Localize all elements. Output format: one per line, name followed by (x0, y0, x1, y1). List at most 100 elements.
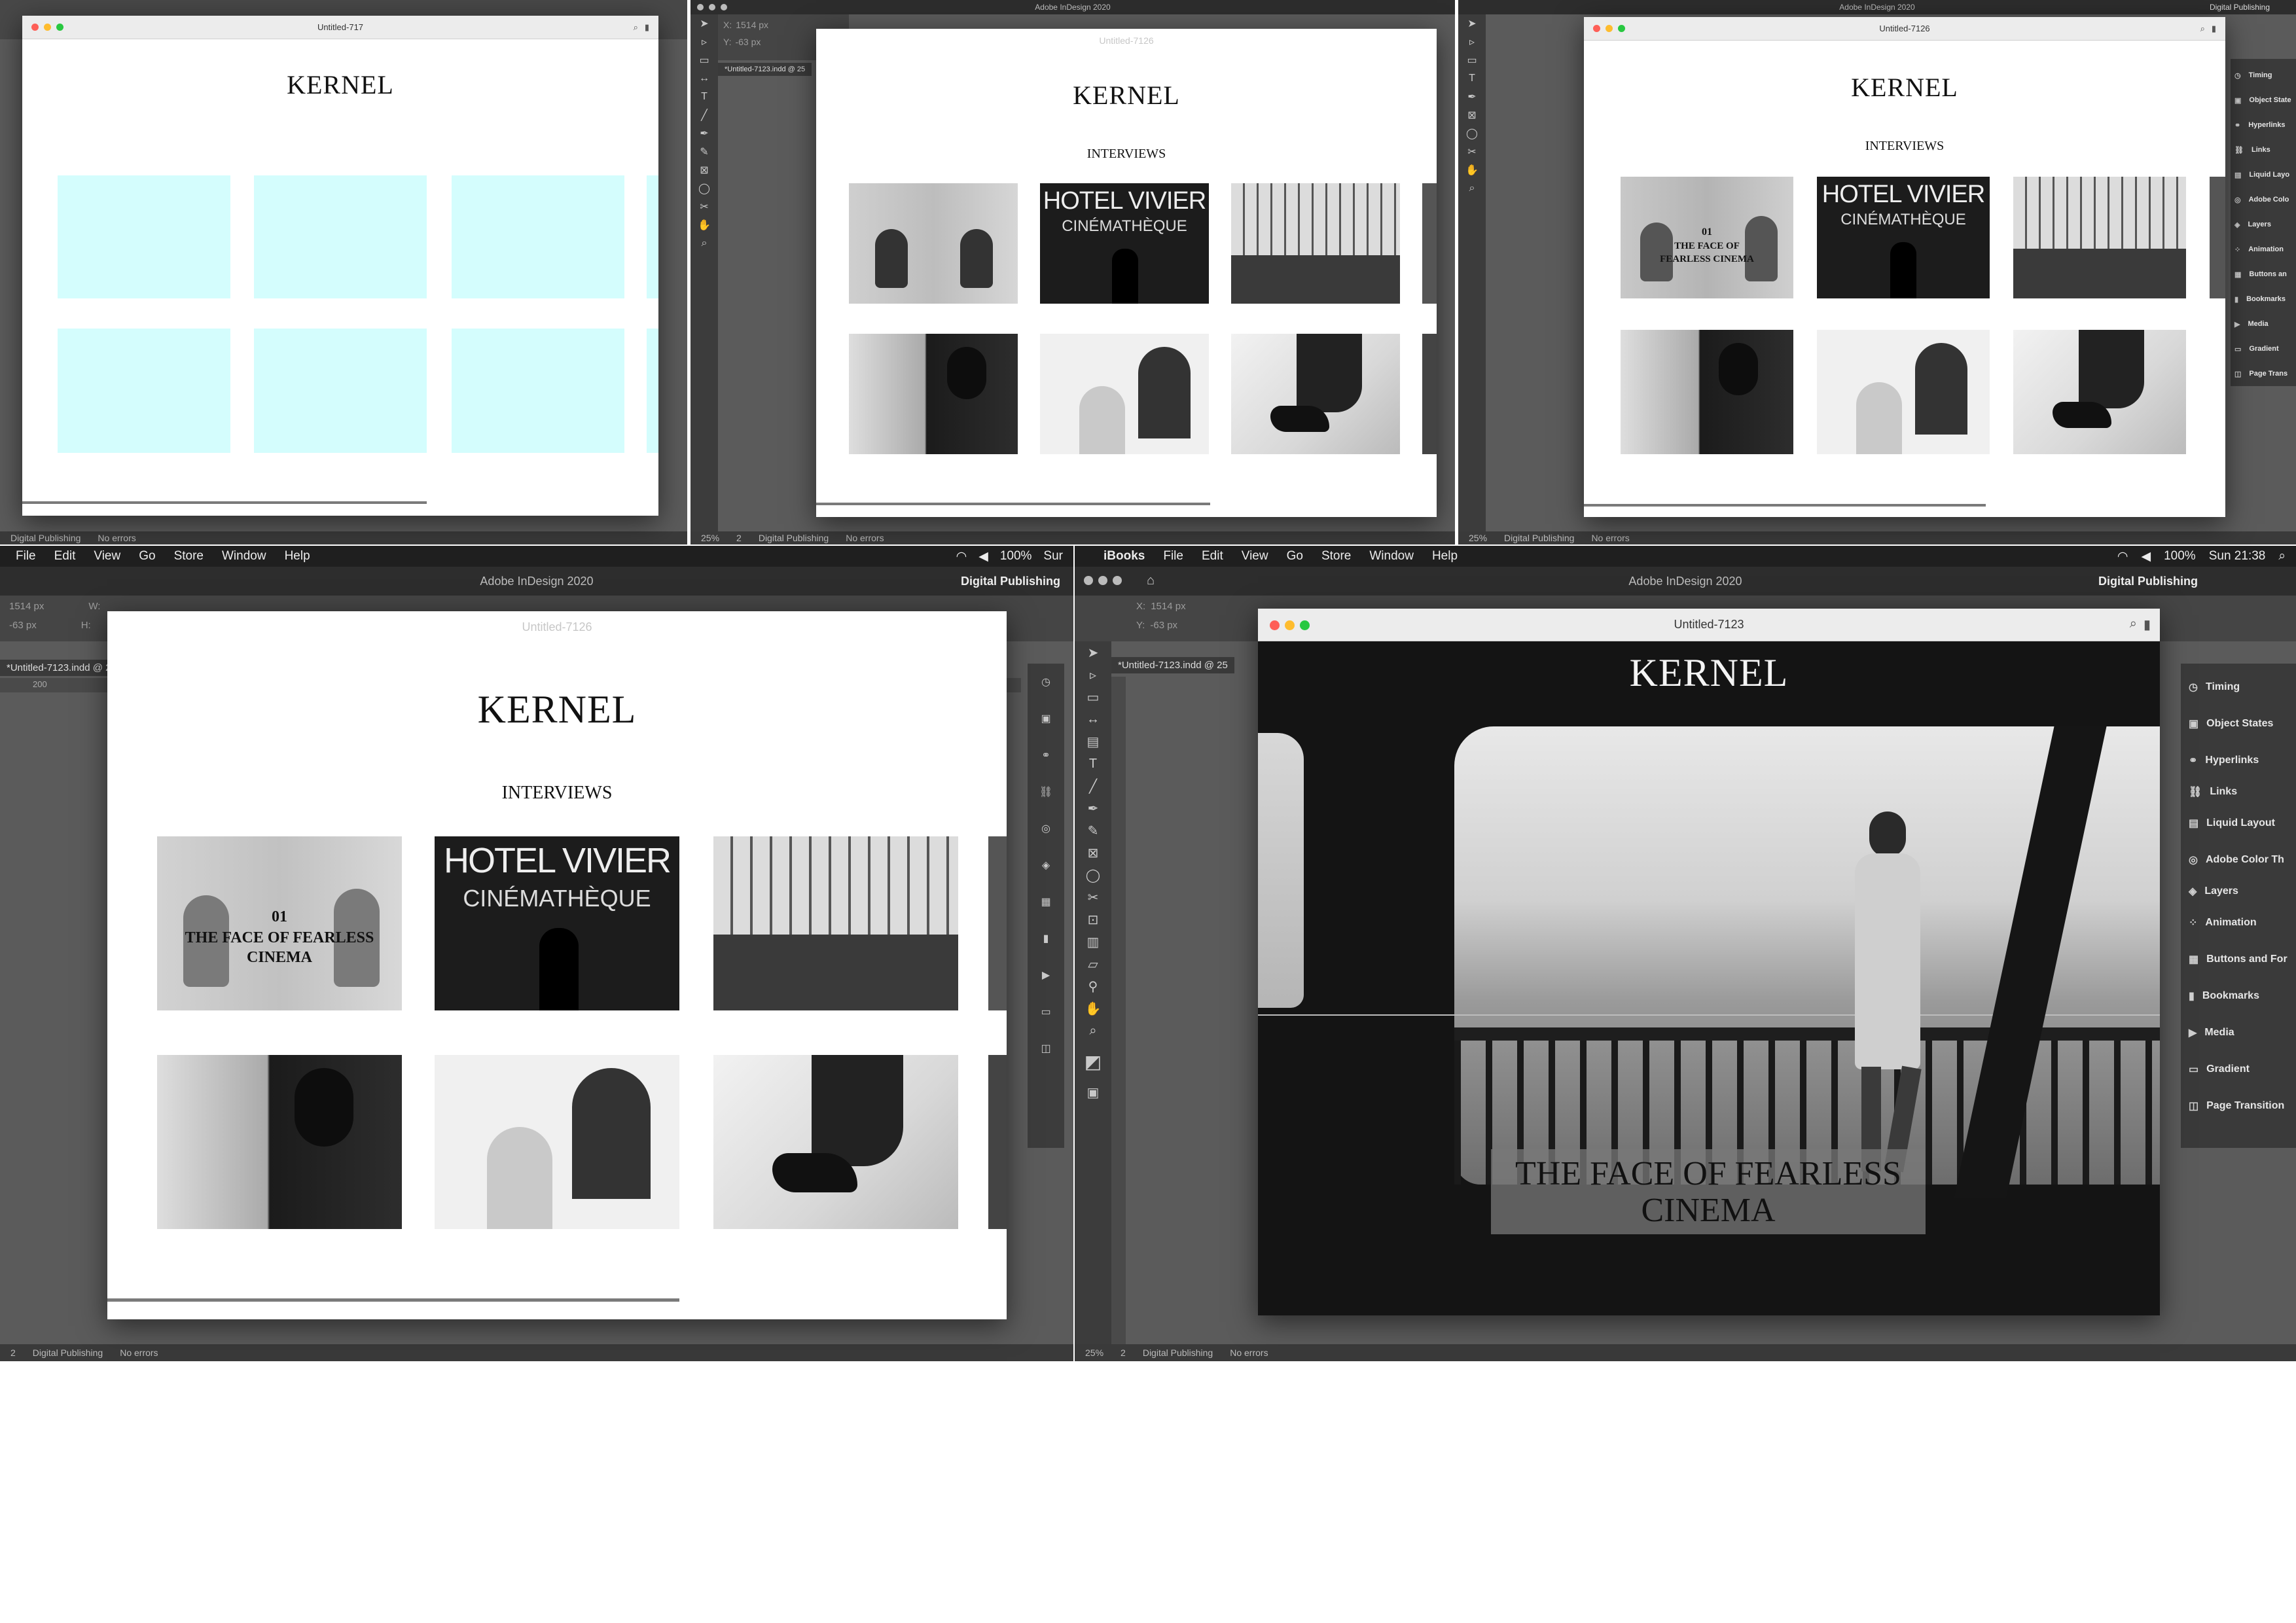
menu-view[interactable]: View (1242, 549, 1268, 563)
page-number[interactable]: 2 (1121, 1347, 1126, 1358)
scissors-icon[interactable]: ✂ (1458, 143, 1486, 161)
workspace-switcher[interactable]: Digital Publishing (2210, 3, 2270, 12)
pen-tool-icon[interactable]: ✒ (691, 124, 718, 143)
selection-tool-icon[interactable]: ➤ (691, 14, 718, 33)
search-icon[interactable]: ⌕ (2200, 24, 2205, 34)
panel-timing[interactable]: ◷ Timing (2181, 669, 2296, 705)
y-field[interactable]: -63 px (9, 620, 37, 631)
thumbnail-seated-women-hover[interactable]: 01 THE FACE OF FEARLESS CINEMA (1621, 177, 1793, 298)
pen-tool-icon[interactable]: ✒ (1075, 797, 1111, 819)
direct-selection-icon[interactable]: ▹ (1458, 33, 1486, 51)
volume-icon[interactable]: ◀ (2141, 549, 2151, 564)
panel-links[interactable]: ⛓ Links (2181, 779, 2296, 805)
page-tool-icon[interactable]: ▭ (1458, 51, 1486, 69)
battery-status[interactable]: 100% (2164, 549, 2196, 564)
gradient-swatch-icon[interactable]: ▥ (1075, 931, 1111, 953)
thumbnail-heels[interactable] (2013, 330, 2186, 454)
panel-layers[interactable]: ◈ Layers (2181, 878, 2296, 904)
search-icon[interactable]: ⌕ (634, 22, 638, 33)
scissors-icon[interactable]: ✂ (691, 198, 718, 216)
page-tool-icon[interactable]: ▭ (1075, 686, 1111, 708)
document-tab[interactable]: *Untitled-7123.indd @ 25 (0, 660, 123, 676)
volume-icon[interactable]: ◀ (978, 549, 988, 564)
panel-bookmarks[interactable]: ▮ Bookmarks (2181, 978, 2296, 1014)
gap-tool-icon[interactable]: ↔ (691, 69, 718, 88)
ellipse-tool-icon[interactable]: ◯ (1458, 124, 1486, 143)
horizontal-scrollbar[interactable] (107, 1298, 679, 1302)
pencil-tool-icon[interactable]: ✎ (691, 143, 718, 161)
timing-icon[interactable]: ◷ (1028, 664, 1064, 700)
panel-bookmarks[interactable]: ▮ Bookmarks (2231, 287, 2296, 312)
panel-object-states[interactable]: ▣ Object States (2181, 705, 2296, 742)
gradient-icon[interactable]: ▭ (1028, 993, 1064, 1030)
panel-animation[interactable]: ⁘ Animation (2181, 904, 2296, 941)
thumbnail-cinematheque[interactable]: HOTEL VIVIER CINÉMATHÈQUE (1040, 183, 1209, 304)
battery-status[interactable]: 100% (1000, 549, 1032, 564)
rectangle-frame-icon[interactable]: ⊠ (1075, 842, 1111, 864)
ellipse-tool-icon[interactable]: ◯ (691, 179, 718, 198)
menu-store[interactable]: Store (1321, 549, 1351, 563)
pen-tool-icon[interactable]: ✒ (1458, 88, 1486, 106)
note-tool-icon[interactable]: ▱ (1075, 953, 1111, 975)
thumbnail-working[interactable] (1040, 334, 1209, 454)
panel-liquid-layout[interactable]: ▤ Liquid Layout (2181, 805, 2296, 842)
panel-buttons-forms[interactable]: ▦ Buttons an (2231, 262, 2296, 287)
selection-tool-icon[interactable]: ➤ (1458, 14, 1486, 33)
wifi-icon[interactable]: ◠ (956, 549, 967, 564)
menu-view[interactable]: View (94, 549, 120, 563)
thumbnail-train-window[interactable] (849, 334, 1018, 454)
type-tool-icon[interactable]: T (1075, 753, 1111, 775)
thumbnail-train-window[interactable] (1621, 330, 1793, 454)
panel-buttons-forms[interactable]: ▦ Buttons and For (2181, 941, 2296, 978)
thumbnail-cinematheque[interactable]: HOTEL VIVIER CINÉMATHÈQUE (435, 836, 679, 1010)
panel-liquid-layout[interactable]: ▤ Liquid Layo (2231, 162, 2296, 187)
buttons-forms-icon[interactable]: ▦ (1028, 883, 1064, 920)
panel-adobe-color[interactable]: ◎ Adobe Colo (2231, 187, 2296, 212)
thumbnail-working[interactable] (1817, 330, 1990, 454)
selection-tool-icon[interactable]: ➤ (1075, 641, 1111, 664)
y-field[interactable]: -63 px (735, 37, 761, 47)
bookmark-icon[interactable]: ▮ (1028, 920, 1064, 957)
search-icon[interactable]: ⌕ (2130, 616, 2137, 633)
panel-animation[interactable]: ⁘ Animation (2231, 237, 2296, 262)
direct-selection-icon[interactable]: ▹ (1075, 664, 1111, 686)
thumbnail-heels[interactable] (713, 1055, 958, 1229)
panel-media[interactable]: ▶ Media (2231, 312, 2296, 336)
workspace-switcher[interactable]: Digital Publishing (2098, 575, 2198, 588)
page-number[interactable]: 2 (736, 533, 742, 543)
page-number[interactable]: 2 (10, 1347, 16, 1358)
hyperlinks-icon[interactable]: ⚭ (1028, 737, 1064, 774)
thumbnail-dining-room[interactable] (2013, 177, 2186, 298)
thumbnail-seated-women[interactable] (849, 183, 1018, 304)
thumbnail-dining-room[interactable] (1231, 183, 1400, 304)
menu-file[interactable]: File (1163, 549, 1183, 563)
gap-tool-icon[interactable]: ↔ (1075, 708, 1111, 730)
page-tool-icon[interactable]: ▭ (691, 51, 718, 69)
screen-mode-icon[interactable]: ▣ (1075, 1081, 1111, 1103)
thumbnail-seated-women-hover[interactable]: 01 THE FACE OF FEARLESS CINEMA (157, 836, 402, 1010)
zoom-level[interactable]: 25% (1469, 533, 1487, 543)
menu-help[interactable]: Help (1432, 549, 1458, 563)
document-tab[interactable]: *Untitled-7123.indd @ 25 (1111, 657, 1234, 673)
horizontal-scrollbar[interactable] (22, 501, 427, 504)
menu-go[interactable]: Go (139, 549, 155, 563)
workspace-switcher[interactable]: Digital Publishing (961, 575, 1060, 588)
page-transitions-icon[interactable]: ◫ (1028, 1030, 1064, 1067)
links-icon[interactable]: ⛓ (1028, 774, 1064, 810)
horizontal-scrollbar[interactable] (816, 503, 1210, 505)
panel-gradient[interactable]: ▭ Gradient (2181, 1051, 2296, 1088)
menu-ibooks[interactable]: iBooks (1103, 549, 1145, 563)
fill-stroke-icon[interactable]: ◩ (1075, 1042, 1111, 1081)
panel-links[interactable]: ⛓ Links (2231, 137, 2296, 162)
x-field[interactable]: 1514 px (1151, 601, 1185, 612)
zoom-level[interactable]: 25% (1085, 1347, 1103, 1358)
panel-page-transitions[interactable]: ◫ Page Trans (2231, 361, 2296, 386)
menu-store[interactable]: Store (174, 549, 204, 563)
thumbnail-working[interactable] (435, 1055, 679, 1229)
scissors-icon[interactable]: ✂ (1075, 886, 1111, 908)
zoom-tool-icon[interactable]: ⌕ (1458, 179, 1486, 198)
panel-adobe-color[interactable]: ◎ Adobe Color Th (2181, 842, 2296, 878)
x-field[interactable]: 1514 px (736, 20, 768, 30)
panel-timing[interactable]: ◷ Timing (2231, 63, 2296, 88)
panel-hyperlinks[interactable]: ⚭ Hyperlinks (2231, 113, 2296, 137)
